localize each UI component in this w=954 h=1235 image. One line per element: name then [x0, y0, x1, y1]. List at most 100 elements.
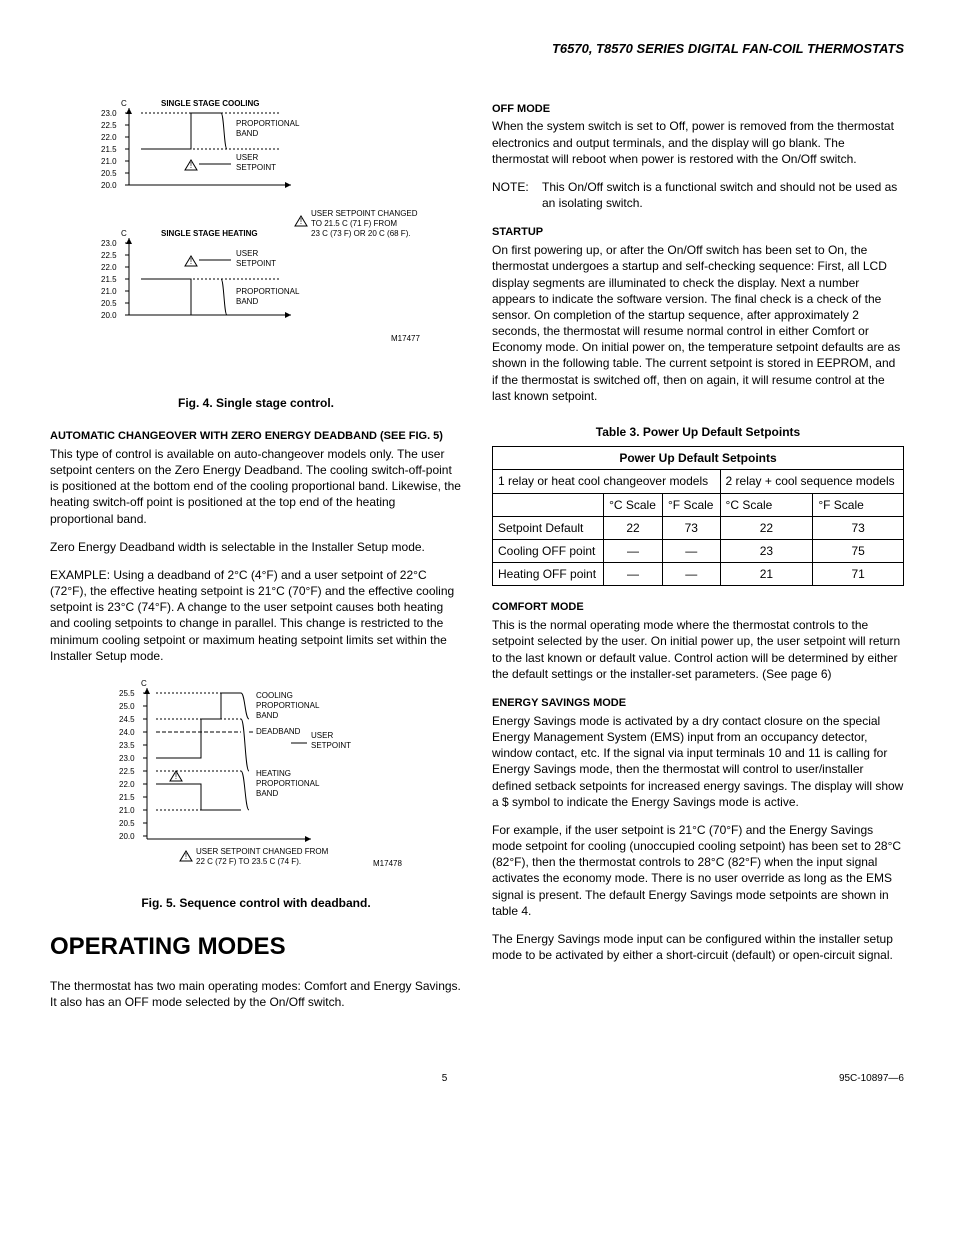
- svg-text:22.0: 22.0: [101, 263, 117, 272]
- svg-text:25.5: 25.5: [119, 689, 135, 698]
- table-row: Heating OFF point — — 21 71: [493, 563, 904, 586]
- svg-text:24.5: 24.5: [119, 715, 135, 724]
- svg-text:M17478: M17478: [373, 859, 402, 868]
- table-row: Cooling OFF point — — 23 75: [493, 539, 904, 562]
- auto-para-3: EXAMPLE: Using a deadband of 2°C (4°F) a…: [50, 567, 462, 664]
- svg-text:21.0: 21.0: [101, 157, 117, 166]
- svg-text:22.0: 22.0: [101, 133, 117, 142]
- svg-text:22.0: 22.0: [119, 780, 135, 789]
- svg-text:23.5: 23.5: [119, 741, 135, 750]
- svg-text:DEADBAND: DEADBAND: [256, 727, 301, 736]
- figure-4-caption: Fig. 4. Single stage control.: [50, 395, 462, 411]
- energy-savings-heading: ENERGY SAVINGS MODE: [492, 696, 904, 711]
- svg-text:C: C: [121, 229, 127, 238]
- startup-para: On first powering up, or after the On/Of…: [492, 242, 904, 404]
- svg-text:20.0: 20.0: [101, 181, 117, 190]
- figure-5-caption: Fig. 5. Sequence control with deadband.: [50, 895, 462, 911]
- note-label: NOTE:: [492, 179, 542, 211]
- right-column: OFF MODE When the system switch is set t…: [492, 88, 904, 1023]
- svg-text:BAND: BAND: [256, 789, 278, 798]
- c-label: C: [121, 99, 127, 108]
- doc-number: 95C-10897—6: [839, 1072, 904, 1086]
- page-footer: 5 95C-10897—6: [50, 1072, 904, 1086]
- svg-text:SETPOINT: SETPOINT: [311, 741, 351, 750]
- svg-text:20.0: 20.0: [101, 311, 117, 320]
- svg-text:22.5: 22.5: [101, 121, 117, 130]
- operating-modes-para: The thermostat has two main operating mo…: [50, 978, 462, 1010]
- svg-text:HEATING: HEATING: [256, 769, 291, 778]
- svg-text:23.0: 23.0: [101, 109, 117, 118]
- table-super-header: Power Up Default Setpoints: [493, 447, 904, 470]
- energy-savings-para-1: Energy Savings mode is activated by a dr…: [492, 713, 904, 810]
- svg-text:SETPOINT: SETPOINT: [236, 163, 276, 172]
- svg-text:!: !: [190, 257, 192, 266]
- table-scale-c-2: °C Scale: [720, 493, 813, 516]
- svg-text:24.0: 24.0: [119, 728, 135, 737]
- svg-text:SETPOINT: SETPOINT: [236, 259, 276, 268]
- svg-text:20.5: 20.5: [119, 819, 135, 828]
- operating-modes-title: OPERATING MODES: [50, 931, 462, 963]
- left-column: C SINGLE STAGE COOLING 23.0 22.5 22.0 21…: [50, 88, 462, 1023]
- svg-text:USER SETPOINT CHANGED FROM: USER SETPOINT CHANGED FROM: [196, 847, 329, 856]
- startup-heading: STARTUP: [492, 225, 904, 240]
- page-number: 5: [442, 1072, 448, 1086]
- comfort-mode-heading: COMFORT MODE: [492, 600, 904, 615]
- svg-text:25.0: 25.0: [119, 702, 135, 711]
- svg-text:!: !: [300, 217, 302, 226]
- svg-text:21.5: 21.5: [101, 275, 117, 284]
- energy-savings-para-2: For example, if the user setpoint is 21°…: [492, 822, 904, 919]
- svg-text:21.0: 21.0: [101, 287, 117, 296]
- figure-4: C SINGLE STAGE COOLING 23.0 22.5 22.0 21…: [50, 96, 462, 380]
- auto-para-2: Zero Energy Deadband width is selectable…: [50, 539, 462, 555]
- fig4-code: M17477: [391, 334, 420, 343]
- svg-text:BAND: BAND: [256, 711, 278, 720]
- cool-title: SINGLE STAGE COOLING: [161, 99, 260, 108]
- off-mode-heading: OFF MODE: [492, 102, 904, 117]
- svg-text:COOLING: COOLING: [256, 691, 293, 700]
- energy-savings-para-3: The Energy Savings mode input can be con…: [492, 931, 904, 963]
- off-mode-para: When the system switch is set to Off, po…: [492, 118, 904, 167]
- table-3-title: Table 3. Power Up Default Setpoints: [492, 424, 904, 440]
- svg-text:21.5: 21.5: [119, 793, 135, 802]
- svg-text:PROPORTIONAL: PROPORTIONAL: [236, 287, 300, 296]
- table-scale-c-1: °C Scale: [604, 493, 663, 516]
- auto-para-1: This type of control is available on aut…: [50, 446, 462, 527]
- svg-text:USER: USER: [311, 731, 333, 740]
- svg-text:USER: USER: [236, 249, 258, 258]
- svg-text:USER SETPOINT CHANGED: USER SETPOINT CHANGED: [311, 209, 418, 218]
- auto-changeover-heading: AUTOMATIC CHANGEOVER WITH ZERO ENERGY DE…: [50, 429, 462, 444]
- svg-text:23 C (73 F) OR 20 C (68 F): 23 C (73 F) OR 20 C (68 F).: [311, 229, 411, 238]
- svg-text:23.0: 23.0: [101, 239, 117, 248]
- svg-text:!: !: [175, 772, 177, 781]
- svg-text:C: C: [141, 679, 147, 688]
- svg-text:20.5: 20.5: [101, 299, 117, 308]
- svg-text:BAND: BAND: [236, 129, 258, 138]
- svg-text:21.5: 21.5: [101, 145, 117, 154]
- svg-text:22.5: 22.5: [101, 251, 117, 260]
- svg-text:23.0: 23.0: [119, 754, 135, 763]
- svg-text:!: !: [185, 852, 187, 861]
- table-scale-f-1: °F Scale: [662, 493, 720, 516]
- svg-text:PROPORTIONAL: PROPORTIONAL: [256, 701, 320, 710]
- comfort-mode-para: This is the normal operating mode where …: [492, 617, 904, 682]
- svg-text:SINGLE STAGE HEATING: SINGLE STAGE HEATING: [161, 229, 258, 238]
- power-up-defaults-table: Power Up Default Setpoints 1 relay or he…: [492, 446, 904, 586]
- note-text: This On/Off switch is a functional switc…: [542, 179, 904, 211]
- page-series-title: T6570, T8570 SERIES DIGITAL FAN-COIL THE…: [50, 40, 904, 58]
- svg-text:21.0: 21.0: [119, 806, 135, 815]
- svg-text:20.5: 20.5: [101, 169, 117, 178]
- svg-text:TO 21.5 C (71 F) FROM: TO 21.5 C (71 F) FROM: [311, 219, 397, 228]
- svg-text:BAND: BAND: [236, 297, 258, 306]
- table-blank-cell: [493, 493, 604, 516]
- table-col-group-2: 2 relay + cool sequence models: [720, 470, 903, 493]
- table-row: Setpoint Default 22 73 22 73: [493, 516, 904, 539]
- table-col-group-1: 1 relay or heat cool changeover models: [493, 470, 721, 493]
- svg-text:USER: USER: [236, 153, 258, 162]
- svg-text:20.0: 20.0: [119, 832, 135, 841]
- table-scale-f-2: °F Scale: [813, 493, 904, 516]
- svg-text:PROPORTIONAL: PROPORTIONAL: [256, 779, 320, 788]
- svg-text:22.5: 22.5: [119, 767, 135, 776]
- svg-text:22 C (72 F) TO 23.5 C (74 F).: 22 C (72 F) TO 23.5 C (74 F).: [196, 857, 301, 866]
- note-row: NOTE: This On/Off switch is a functional…: [492, 179, 904, 211]
- figure-5: C 25.5 25.0 24.5 24.0 23.5 23.0 22.5 22.…: [50, 676, 462, 880]
